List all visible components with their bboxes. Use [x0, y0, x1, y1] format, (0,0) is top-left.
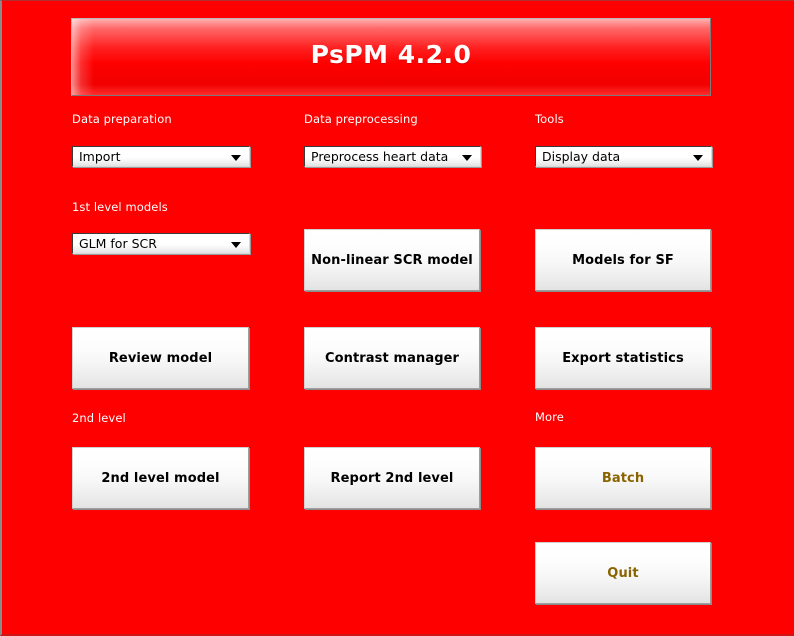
dropdown-preprocess-heart-data[interactable]: Preprocess heart data — [304, 146, 481, 167]
chevron-down-icon — [231, 242, 241, 248]
pspm-main-window: PsPM 4.2.0 Data preparation Import 1st l… — [0, 0, 794, 636]
section-label-data-preparation: Data preparation — [72, 112, 172, 126]
contrast-manager-button-label: Contrast manager — [324, 350, 460, 366]
chevron-down-icon — [693, 155, 703, 161]
non-linear-scr-model-button-label: Non-linear SCR model — [311, 252, 473, 268]
chevron-down-icon — [231, 155, 241, 161]
models-for-sf-button-label: Models for SF — [572, 252, 674, 268]
dropdown-glm-for-scr[interactable]: GLM for SCR — [72, 233, 250, 254]
review-model-button-label: Review model — [108, 350, 213, 366]
chevron-down-icon — [462, 155, 472, 161]
dropdown-display-data-value: Display data — [542, 149, 621, 164]
batch-button-label: Batch — [601, 470, 645, 486]
second-level-model-button[interactable]: 2nd level model — [72, 447, 249, 509]
export-statistics-button[interactable]: Export statistics — [535, 327, 711, 389]
section-label-1st-level-models: 1st level models — [72, 200, 168, 214]
second-level-model-button-label: 2nd level model — [101, 470, 220, 486]
quit-button-label: Quit — [607, 565, 639, 581]
section-label-data-preprocessing: Data preprocessing — [304, 112, 418, 126]
dropdown-glm-for-scr-value: GLM for SCR — [79, 236, 157, 251]
page-title: PsPM 4.2.0 — [310, 40, 472, 69]
contrast-manager-button[interactable]: Contrast manager — [304, 327, 480, 389]
report-2nd-level-button-label: Report 2nd level — [330, 470, 454, 486]
header-banner: PsPM 4.2.0 — [71, 18, 711, 96]
report-2nd-level-button[interactable]: Report 2nd level — [304, 447, 480, 509]
export-statistics-button-label: Export statistics — [562, 350, 684, 366]
section-label-2nd-level: 2nd level — [72, 411, 126, 425]
non-linear-scr-model-button[interactable]: Non-linear SCR model — [304, 229, 480, 291]
dropdown-import[interactable]: Import — [72, 146, 250, 167]
batch-button[interactable]: Batch — [535, 447, 711, 509]
dropdown-preprocess-heart-data-value: Preprocess heart data — [311, 149, 449, 164]
review-model-button[interactable]: Review model — [72, 327, 249, 389]
dropdown-import-value: Import — [79, 149, 121, 164]
section-label-more: More — [535, 410, 564, 424]
models-for-sf-button[interactable]: Models for SF — [535, 229, 711, 291]
section-label-tools: Tools — [535, 112, 564, 126]
dropdown-display-data[interactable]: Display data — [535, 146, 712, 167]
quit-button[interactable]: Quit — [535, 542, 711, 604]
